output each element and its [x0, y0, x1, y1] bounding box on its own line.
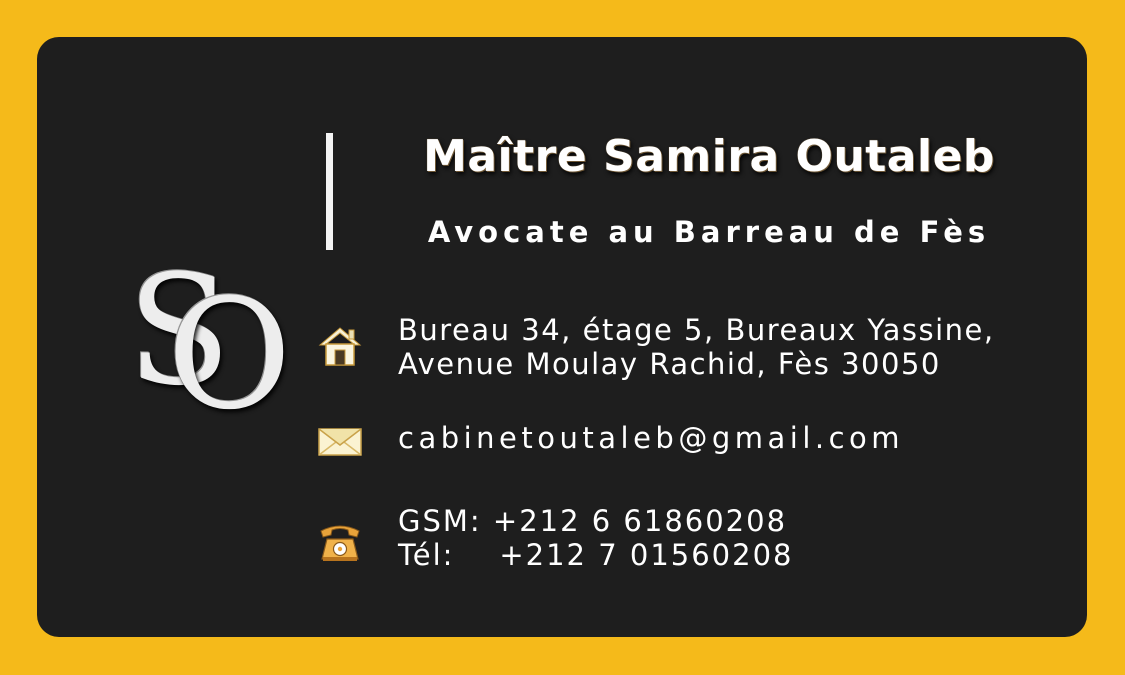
lawyer-name: Maître Samira Outaleb	[423, 131, 995, 182]
gsm-number[interactable]: GSM: +212 6 61860208	[398, 504, 793, 538]
email-block: cabinetoutaleb@gmail.com	[398, 421, 904, 455]
business-card: S O Maître Samira Outaleb Avocate au Bar…	[37, 37, 1087, 637]
monogram-letter-o: O	[167, 266, 292, 443]
email-address[interactable]: cabinetoutaleb@gmail.com	[398, 421, 904, 455]
lawyer-title: Avocate au Barreau de Fès	[427, 215, 991, 249]
tel-number[interactable]: Tél: +212 7 01560208	[398, 538, 793, 572]
address-block: Bureau 34, étage 5, Bureaux Yassine, Ave…	[398, 313, 995, 381]
telephone-icon	[317, 519, 363, 565]
house-icon	[317, 323, 363, 369]
envelope-icon	[317, 418, 363, 464]
address-line-1: Bureau 34, étage 5, Bureaux Yassine,	[398, 313, 995, 347]
monogram-logo: S O	[127, 255, 297, 431]
vertical-divider	[326, 133, 333, 250]
phone-block: GSM: +212 6 61860208 Tél: +212 7 0156020…	[398, 504, 793, 572]
address-line-2: Avenue Moulay Rachid, Fès 30050	[398, 347, 941, 381]
